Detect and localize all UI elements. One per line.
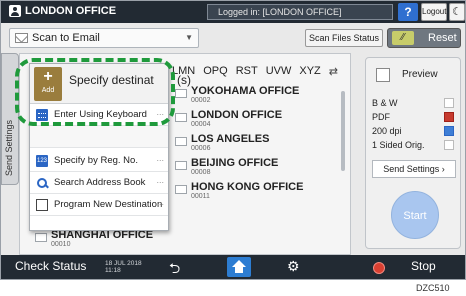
home-icon[interactable] [227, 257, 251, 277]
logout-button[interactable]: Logout [421, 3, 447, 21]
add-destination-button[interactable]: + Add [34, 67, 62, 101]
mail-icon [15, 33, 28, 43]
top-bar: LONDON OFFICE Logged in: [LONDON OFFICE]… [1, 1, 465, 23]
side-tab-label: Send Settings [4, 119, 14, 176]
specify-destination-menu: + Add Enter Using Keyboard ... 123 Speci… [29, 63, 169, 231]
energy-saver-button[interactable]: ☾ [449, 3, 465, 21]
figure-code: DZC510 [416, 283, 450, 293]
scan-mode-label: Scan to Email [32, 32, 100, 44]
swap-icon[interactable]: ⇄ [328, 65, 339, 83]
send-settings-side-tab[interactable]: Send Settings [1, 53, 19, 185]
list-item[interactable]: BEIJING OFFICE 00008 [171, 157, 323, 179]
screen: LONDON OFFICE Logged in: [LONDON OFFICE]… [0, 0, 466, 280]
list-item[interactable]: 00007 SHANGHAI OFFICE 00010 [31, 221, 171, 251]
preview-checkbox[interactable] [376, 68, 390, 82]
keyboard-icon [36, 109, 48, 121]
check-status-button[interactable]: Check Status [15, 259, 86, 273]
preview-toggle[interactable]: Preview [372, 66, 456, 84]
date-time: 18 JUL 2018 11:18 [105, 260, 142, 274]
mail-icon [35, 233, 47, 242]
back-icon[interactable]: ⮌ [169, 258, 180, 279]
help-button[interactable]: ? [398, 3, 418, 21]
gear-icon[interactable]: ⚙ [287, 258, 300, 275]
current-settings-list: B & W PDF 200 dpi 1 Sided Orig. [372, 96, 456, 152]
user-icon [9, 5, 21, 17]
tab-opq[interactable]: OPQ [202, 65, 228, 83]
setting-sides: 1 Sided Orig. [372, 138, 456, 152]
menu-item-search-address-book[interactable]: Search Address Book ... [30, 172, 168, 194]
scan-files-status-button[interactable]: Scan Files Status [305, 29, 383, 47]
list-item[interactable]: YOKOHAMA OFFICE 00002 [171, 85, 323, 107]
one-sided-icon [444, 140, 454, 150]
start-button[interactable]: Start [391, 191, 439, 239]
send-settings-button[interactable]: Send Settings › [372, 160, 456, 178]
specify-destination-suffix: (s) [177, 73, 191, 87]
mail-icon [175, 137, 187, 146]
office-name: LONDON OFFICE [25, 5, 117, 17]
search-icon [36, 177, 48, 189]
program-icon [36, 199, 48, 211]
reg-number-icon: 123 [36, 155, 48, 167]
menu-item-enter-keyboard[interactable]: Enter Using Keyboard ... [30, 104, 168, 126]
stop-icon[interactable] [373, 262, 385, 274]
list-item[interactable]: HONG KONG OFFICE 00011 [171, 181, 323, 203]
resolution-icon [444, 126, 454, 136]
add-label: Add [41, 87, 55, 94]
chevron-down-icon: ▼ [185, 33, 193, 42]
menu-spacer [30, 126, 168, 148]
stop-button[interactable]: Stop [411, 259, 436, 273]
tab-rst[interactable]: RST [235, 65, 259, 83]
mail-icon [175, 89, 187, 98]
setting-resolution: 200 dpi [372, 124, 456, 138]
login-status: Logged in: [LONDON OFFICE] [207, 4, 393, 20]
office-title: LONDON OFFICE [9, 5, 116, 17]
pdf-icon [444, 112, 454, 122]
menu-item-program-destination[interactable]: Program New Destination ... [30, 194, 168, 216]
list-item[interactable]: LONDON OFFICE 00004 [171, 109, 323, 131]
alpha-index-tabs: LMN OPQ RST UVW XYZ ⇄ [171, 65, 339, 83]
specify-destination-title: Specify destinat [69, 73, 154, 87]
list-item[interactable]: LOS ANGELES 00006 [171, 133, 323, 155]
reset-icon: ⁄⁄ [392, 31, 414, 45]
reset-label: Reset [428, 32, 457, 44]
tab-xyz[interactable]: XYZ [298, 65, 321, 83]
tab-uvw[interactable]: UVW [265, 65, 293, 83]
plus-icon: + [43, 68, 53, 85]
mail-icon [175, 185, 187, 194]
mail-icon [175, 161, 187, 170]
chevron-right-icon: › [441, 164, 445, 174]
menu-item-reg-no[interactable]: 123 Specify by Reg. No. ... [30, 150, 168, 172]
setting-color: B & W [372, 96, 456, 110]
color-mode-icon [444, 98, 454, 108]
reset-button[interactable]: ⁄⁄ Reset [387, 28, 461, 48]
setting-format: PDF [372, 110, 456, 124]
bottom-bar: Check Status 18 JUL 2018 11:18 ⮌ ⚙ Stop [1, 255, 465, 279]
scrollbar[interactable] [341, 91, 345, 171]
mail-icon [175, 113, 187, 122]
scan-mode-select[interactable]: Scan to Email ▼ [9, 28, 199, 48]
